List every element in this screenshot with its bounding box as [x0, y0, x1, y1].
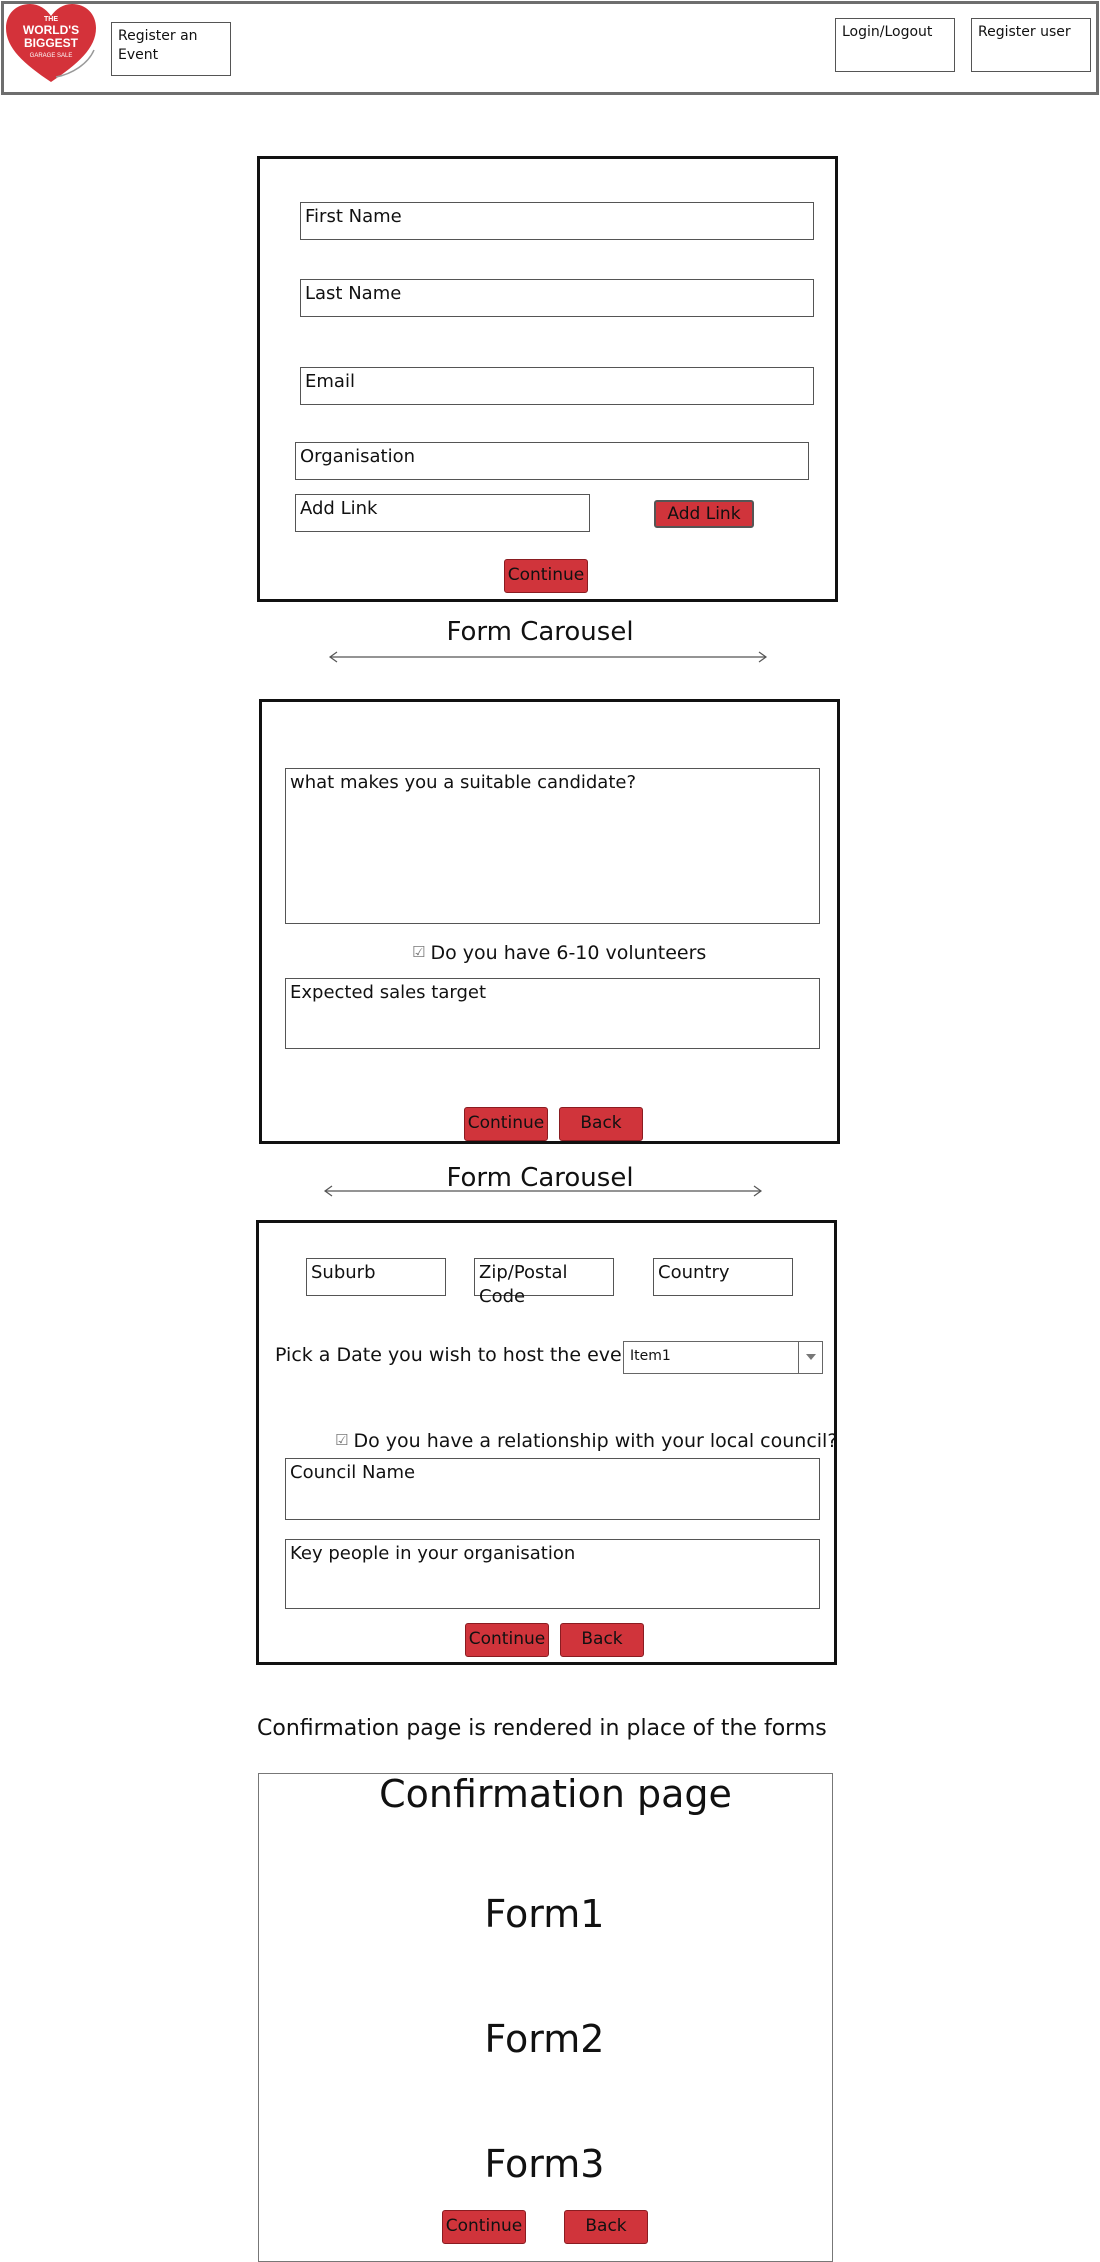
- form2-continue-button[interactable]: Continue: [464, 1107, 548, 1141]
- first-name-placeholder: First Name: [305, 206, 402, 227]
- date-select-value: Item1: [630, 1348, 671, 1364]
- checkbox-icon: ☑: [412, 943, 426, 961]
- council-name-placeholder: Council Name: [290, 1462, 416, 1483]
- zip-postal-code-input[interactable]: Zip/Postal Code: [474, 1258, 614, 1307]
- date-label: Pick a Date you wish to host the event: [275, 1344, 642, 1366]
- confirmation-form3: Form3: [484, 2142, 605, 2186]
- last-name-input[interactable]: Last Name: [300, 279, 814, 317]
- suburb-placeholder: Suburb: [311, 1262, 376, 1283]
- confirmation-title: Confirmation page: [379, 1772, 732, 1816]
- svg-text:WORLD'S: WORLD'S: [23, 23, 79, 37]
- candidate-textarea[interactable]: what makes you a suitable candidate?: [285, 768, 820, 924]
- volunteers-label: Do you have 6-10 volunteers: [430, 942, 707, 964]
- form1-panel: First Name Last Name Email Organisation …: [257, 156, 838, 602]
- svg-text:GARAGE SALE: GARAGE SALE: [30, 53, 73, 59]
- council-name-input[interactable]: Council Name: [285, 1458, 820, 1520]
- confirmation-form2: Form2: [484, 2017, 605, 2061]
- council-label: Do you have a relationship with your loc…: [353, 1430, 838, 1452]
- checkbox-icon: ☑: [335, 1431, 349, 1449]
- confirmation-note: Confirmation page is rendered in place o…: [257, 1716, 827, 1741]
- sales-target-input[interactable]: Expected sales target: [285, 978, 820, 1049]
- form3-back-button[interactable]: Back: [560, 1623, 644, 1657]
- email-placeholder: Email: [305, 371, 355, 392]
- worlds-biggest-garage-sale-logo[interactable]: THE WORLD'S BIGGEST GARAGE SALE: [4, 4, 98, 84]
- key-people-placeholder: Key people in your organisation: [290, 1543, 576, 1564]
- register-event-link[interactable]: Register an Event: [111, 22, 231, 76]
- form-carousel-title: Form Carousel: [446, 617, 634, 647]
- form2-panel: what makes you a suitable candidate? ☑ Do…: [259, 699, 840, 1144]
- form1-continue-button[interactable]: Continue: [504, 559, 588, 593]
- confirmation-back-button[interactable]: Back: [564, 2210, 648, 2244]
- volunteers-checkbox[interactable]: ☑ Do you have 6-10 volunteers: [412, 942, 706, 964]
- add-link-placeholder: Add Link: [300, 498, 378, 519]
- last-name-placeholder: Last Name: [305, 283, 402, 304]
- confirmation-continue-button[interactable]: Continue: [442, 2210, 526, 2244]
- login-logout-link[interactable]: Login/Logout: [835, 18, 955, 72]
- country-placeholder: Country: [658, 1262, 730, 1283]
- carousel-arrow-icon[interactable]: [328, 650, 768, 664]
- svg-text:THE: THE: [44, 16, 58, 23]
- login-logout-label: Login/Logout: [842, 24, 933, 40]
- key-people-input[interactable]: Key people in your organisation: [285, 1539, 820, 1609]
- form2-back-button[interactable]: Back: [559, 1107, 643, 1141]
- form3-continue-button[interactable]: Continue: [465, 1623, 549, 1657]
- chevron-down-icon: [798, 1342, 822, 1373]
- country-input[interactable]: Country: [653, 1258, 793, 1296]
- top-nav-bar: THE WORLD'S BIGGEST GARAGE SALE Register…: [1, 1, 1099, 95]
- register-event-label: Register an Event: [118, 28, 198, 63]
- organisation-placeholder: Organisation: [300, 446, 416, 467]
- email-input[interactable]: Email: [300, 367, 814, 405]
- confirmation-page-panel: Confirmation page Form1 Form2 Form3 Cont…: [258, 1772, 833, 2262]
- form-carousel-title: Form Carousel: [446, 1163, 634, 1193]
- organisation-input[interactable]: Organisation: [295, 442, 809, 480]
- suburb-input[interactable]: Suburb: [306, 1258, 446, 1296]
- register-user-label: Register user: [978, 24, 1071, 40]
- register-user-link[interactable]: Register user: [971, 18, 1091, 72]
- add-link-button[interactable]: Add Link: [654, 500, 754, 528]
- add-link-input[interactable]: Add Link: [295, 494, 590, 532]
- svg-text:BIGGEST: BIGGEST: [24, 36, 79, 50]
- first-name-input[interactable]: First Name: [300, 202, 814, 240]
- council-checkbox[interactable]: ☑ Do you have a relationship with your lo…: [335, 1430, 837, 1452]
- zip-placeholder: Zip/Postal Code: [479, 1262, 568, 1307]
- form3-panel: Suburb Zip/Postal Code Country Pick a Da…: [256, 1220, 837, 1665]
- date-select[interactable]: Item1: [623, 1341, 823, 1374]
- confirmation-form1: Form1: [484, 1892, 605, 1936]
- sales-target-placeholder: Expected sales target: [290, 982, 487, 1003]
- candidate-placeholder: what makes you a suitable candidate?: [290, 772, 637, 793]
